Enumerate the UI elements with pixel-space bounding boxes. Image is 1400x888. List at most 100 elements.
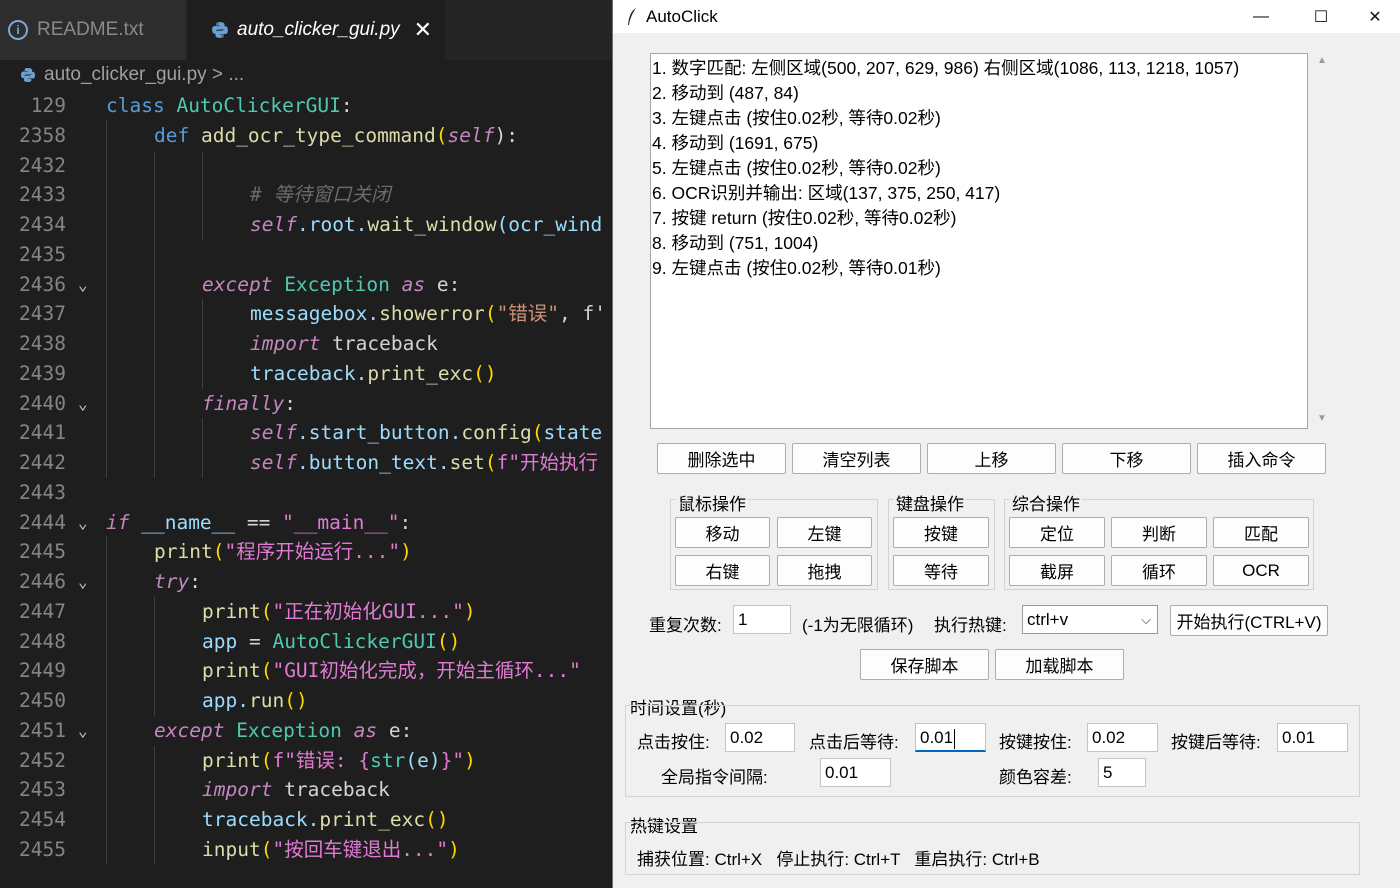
- left-click-button[interactable]: 左键: [777, 517, 872, 548]
- fold-chevron-icon[interactable]: ⌄: [78, 508, 88, 538]
- key-press-button[interactable]: 按键: [893, 517, 989, 548]
- color-tolerance-input[interactable]: 5: [1098, 758, 1146, 787]
- close-button[interactable]: ✕: [1347, 0, 1400, 33]
- code-line[interactable]: 2441 self.start_button.config(state: [0, 418, 612, 449]
- code-line[interactable]: 2451 ⌄ except Exception as e:: [0, 715, 612, 746]
- drag-button[interactable]: 拖拽: [777, 555, 872, 586]
- code-line[interactable]: 2449 print("GUI初始化完成，开始主循环...": [0, 656, 612, 687]
- code-line[interactable]: 2436 ⌄ except Exception as e:: [0, 269, 612, 300]
- tab-readme[interactable]: i README.txt: [0, 0, 186, 60]
- code-line[interactable]: 2439 traceback.print_exc(): [0, 358, 612, 389]
- global-interval-input[interactable]: 0.01: [820, 758, 891, 787]
- code-line[interactable]: 2438 import traceback: [0, 329, 612, 359]
- scroll-down-icon[interactable]: ▼: [1317, 413, 1327, 424]
- tab-auto-clicker-gui[interactable]: auto_clicker_gui.py ✕: [187, 0, 445, 60]
- code-line[interactable]: 2434 self.root.wait_window(ocr_wind: [0, 210, 612, 240]
- code-token: .button_text.: [296, 451, 450, 474]
- code-line[interactable]: 2442 self.button_text.set(f"开始执行: [0, 448, 612, 478]
- command-list-item[interactable]: 3. 左键点击 (按住0.02秒, 等待0.02秒): [652, 106, 1307, 131]
- command-list-item[interactable]: 9. 左键点击 (按住0.02秒, 等待0.01秒): [652, 256, 1307, 281]
- code-line[interactable]: 2444 ⌄ if __name__ == "__main__":: [0, 508, 612, 538]
- fold-chevron-icon[interactable]: ⌄: [78, 567, 88, 597]
- code-line[interactable]: 2446 ⌄ try:: [0, 567, 612, 597]
- code-line[interactable]: 2443: [0, 478, 612, 508]
- key-hold-label: 按键按住:: [999, 733, 1072, 752]
- code-token: import: [202, 778, 285, 802]
- line-number: 2436: [19, 272, 66, 296]
- match-button[interactable]: 匹配: [1213, 517, 1309, 548]
- command-list-item[interactable]: 6. OCR识别并输出: 区域(137, 375, 250, 417): [652, 181, 1307, 206]
- code-line[interactable]: 2440 ⌄ finally:: [0, 388, 612, 419]
- code-line[interactable]: 2450 app.run(): [0, 686, 612, 716]
- indent-guide: [106, 537, 107, 568]
- line-number: 2448: [19, 629, 66, 653]
- move-down-button[interactable]: 下移: [1062, 443, 1191, 474]
- screenshot-button[interactable]: 截屏: [1009, 555, 1105, 586]
- repeat-count-input[interactable]: 1: [733, 605, 791, 634]
- click-hold-input[interactable]: 0.02: [725, 723, 795, 752]
- close-tab-icon[interactable]: ✕: [414, 17, 432, 43]
- load-script-button[interactable]: 加载脚本: [995, 649, 1124, 680]
- code-line[interactable]: 2448 app = AutoClickerGUI(): [0, 626, 612, 657]
- code-token: AutoClickerGUI: [272, 629, 437, 653]
- code-line[interactable]: 2455 input("按回车键退出..."): [0, 834, 612, 865]
- after-click-wait-input[interactable]: 0.01: [915, 723, 986, 752]
- command-list-item[interactable]: 7. 按键 return (按住0.02秒, 等待0.02秒): [652, 206, 1307, 231]
- command-list-item[interactable]: 8. 移动到 (751, 1004): [652, 231, 1307, 256]
- right-click-button[interactable]: 右键: [675, 555, 770, 586]
- breadcrumb-file[interactable]: auto_clicker_gui.py: [44, 64, 207, 86]
- locate-button[interactable]: 定位: [1009, 517, 1105, 548]
- clear-list-button[interactable]: 清空列表: [792, 443, 921, 474]
- code-line[interactable]: 2453 import traceback: [0, 775, 612, 806]
- fold-chevron-icon[interactable]: ⌄: [78, 389, 88, 419]
- wait-button[interactable]: 等待: [893, 555, 989, 586]
- code-token: except: [154, 718, 237, 742]
- code-token: .start_button.: [296, 421, 462, 445]
- code-line[interactable]: 2358 def add_ocr_type_command(self):: [0, 120, 612, 151]
- code-line[interactable]: 2452 print(f"错误: {str(e)}"): [0, 745, 612, 776]
- code-token: Exception: [284, 272, 402, 296]
- insert-command-button[interactable]: 插入命令: [1197, 443, 1326, 474]
- start-execution-button[interactable]: 开始执行(CTRL+V): [1170, 605, 1328, 636]
- fold-chevron-icon[interactable]: ⌄: [78, 716, 88, 746]
- code-token: self: [250, 213, 297, 236]
- code-line[interactable]: 2437 messagebox.showerror("错误", f': [0, 299, 612, 330]
- indent-guide: [106, 329, 107, 359]
- tab-label: auto_clicker_gui.py: [237, 19, 400, 40]
- code-line[interactable]: 2432: [0, 150, 612, 181]
- command-list-scrollbar[interactable]: ▲ ▼: [1312, 53, 1332, 429]
- line-number: 2444: [19, 510, 66, 534]
- move-up-button[interactable]: 上移: [927, 443, 1056, 474]
- command-list-item[interactable]: 4. 移动到 (1691, 675): [652, 131, 1307, 156]
- code-text: import traceback: [202, 775, 390, 805]
- command-list-item[interactable]: 1. 数字匹配: 左侧区域(500, 207, 629, 986) 右侧区域(1…: [652, 56, 1307, 81]
- move-button[interactable]: 移动: [675, 517, 770, 548]
- code-line[interactable]: 2435: [0, 239, 612, 270]
- code-token: app.: [202, 689, 249, 712]
- loop-button[interactable]: 循环: [1111, 555, 1207, 586]
- delete-selected-button[interactable]: 删除选中: [657, 443, 786, 474]
- code-token: print: [202, 659, 261, 683]
- code-line[interactable]: 2445 print("程序开始运行..."): [0, 537, 612, 568]
- judge-button[interactable]: 判断: [1111, 517, 1207, 548]
- code-line[interactable]: 129 class AutoClickerGUI:: [0, 91, 612, 121]
- minimize-button[interactable]: —: [1233, 0, 1289, 33]
- command-list[interactable]: 1. 数字匹配: 左侧区域(500, 207, 629, 986) 右侧区域(1…: [650, 53, 1308, 429]
- indent-guide: [106, 388, 107, 419]
- command-list-item[interactable]: 5. 左键点击 (按住0.02秒, 等待0.02秒): [652, 156, 1307, 181]
- scroll-up-icon[interactable]: ▲: [1317, 55, 1327, 66]
- command-list-item[interactable]: 2. 移动到 (487, 84): [652, 81, 1307, 106]
- code-line[interactable]: 2447 print("正在初始化GUI..."): [0, 596, 612, 627]
- hotkey-select[interactable]: ctrl+v ⌵: [1022, 605, 1158, 634]
- breadcrumb-symbol[interactable]: ...: [228, 64, 244, 86]
- ocr-button[interactable]: OCR: [1213, 555, 1309, 586]
- code-line[interactable]: 2454 traceback.print_exc(): [0, 805, 612, 835]
- key-hold-input[interactable]: 0.02: [1087, 723, 1158, 752]
- fold-chevron-icon[interactable]: ⌄: [78, 270, 88, 300]
- code-line[interactable]: 2433 # 等待窗口关闭: [0, 180, 612, 211]
- line-number: 2445: [19, 540, 66, 564]
- maximize-button[interactable]: ☐: [1293, 0, 1349, 33]
- line-number: 2449: [19, 659, 66, 683]
- save-script-button[interactable]: 保存脚本: [860, 649, 989, 680]
- after-key-wait-input[interactable]: 0.01: [1277, 723, 1348, 752]
